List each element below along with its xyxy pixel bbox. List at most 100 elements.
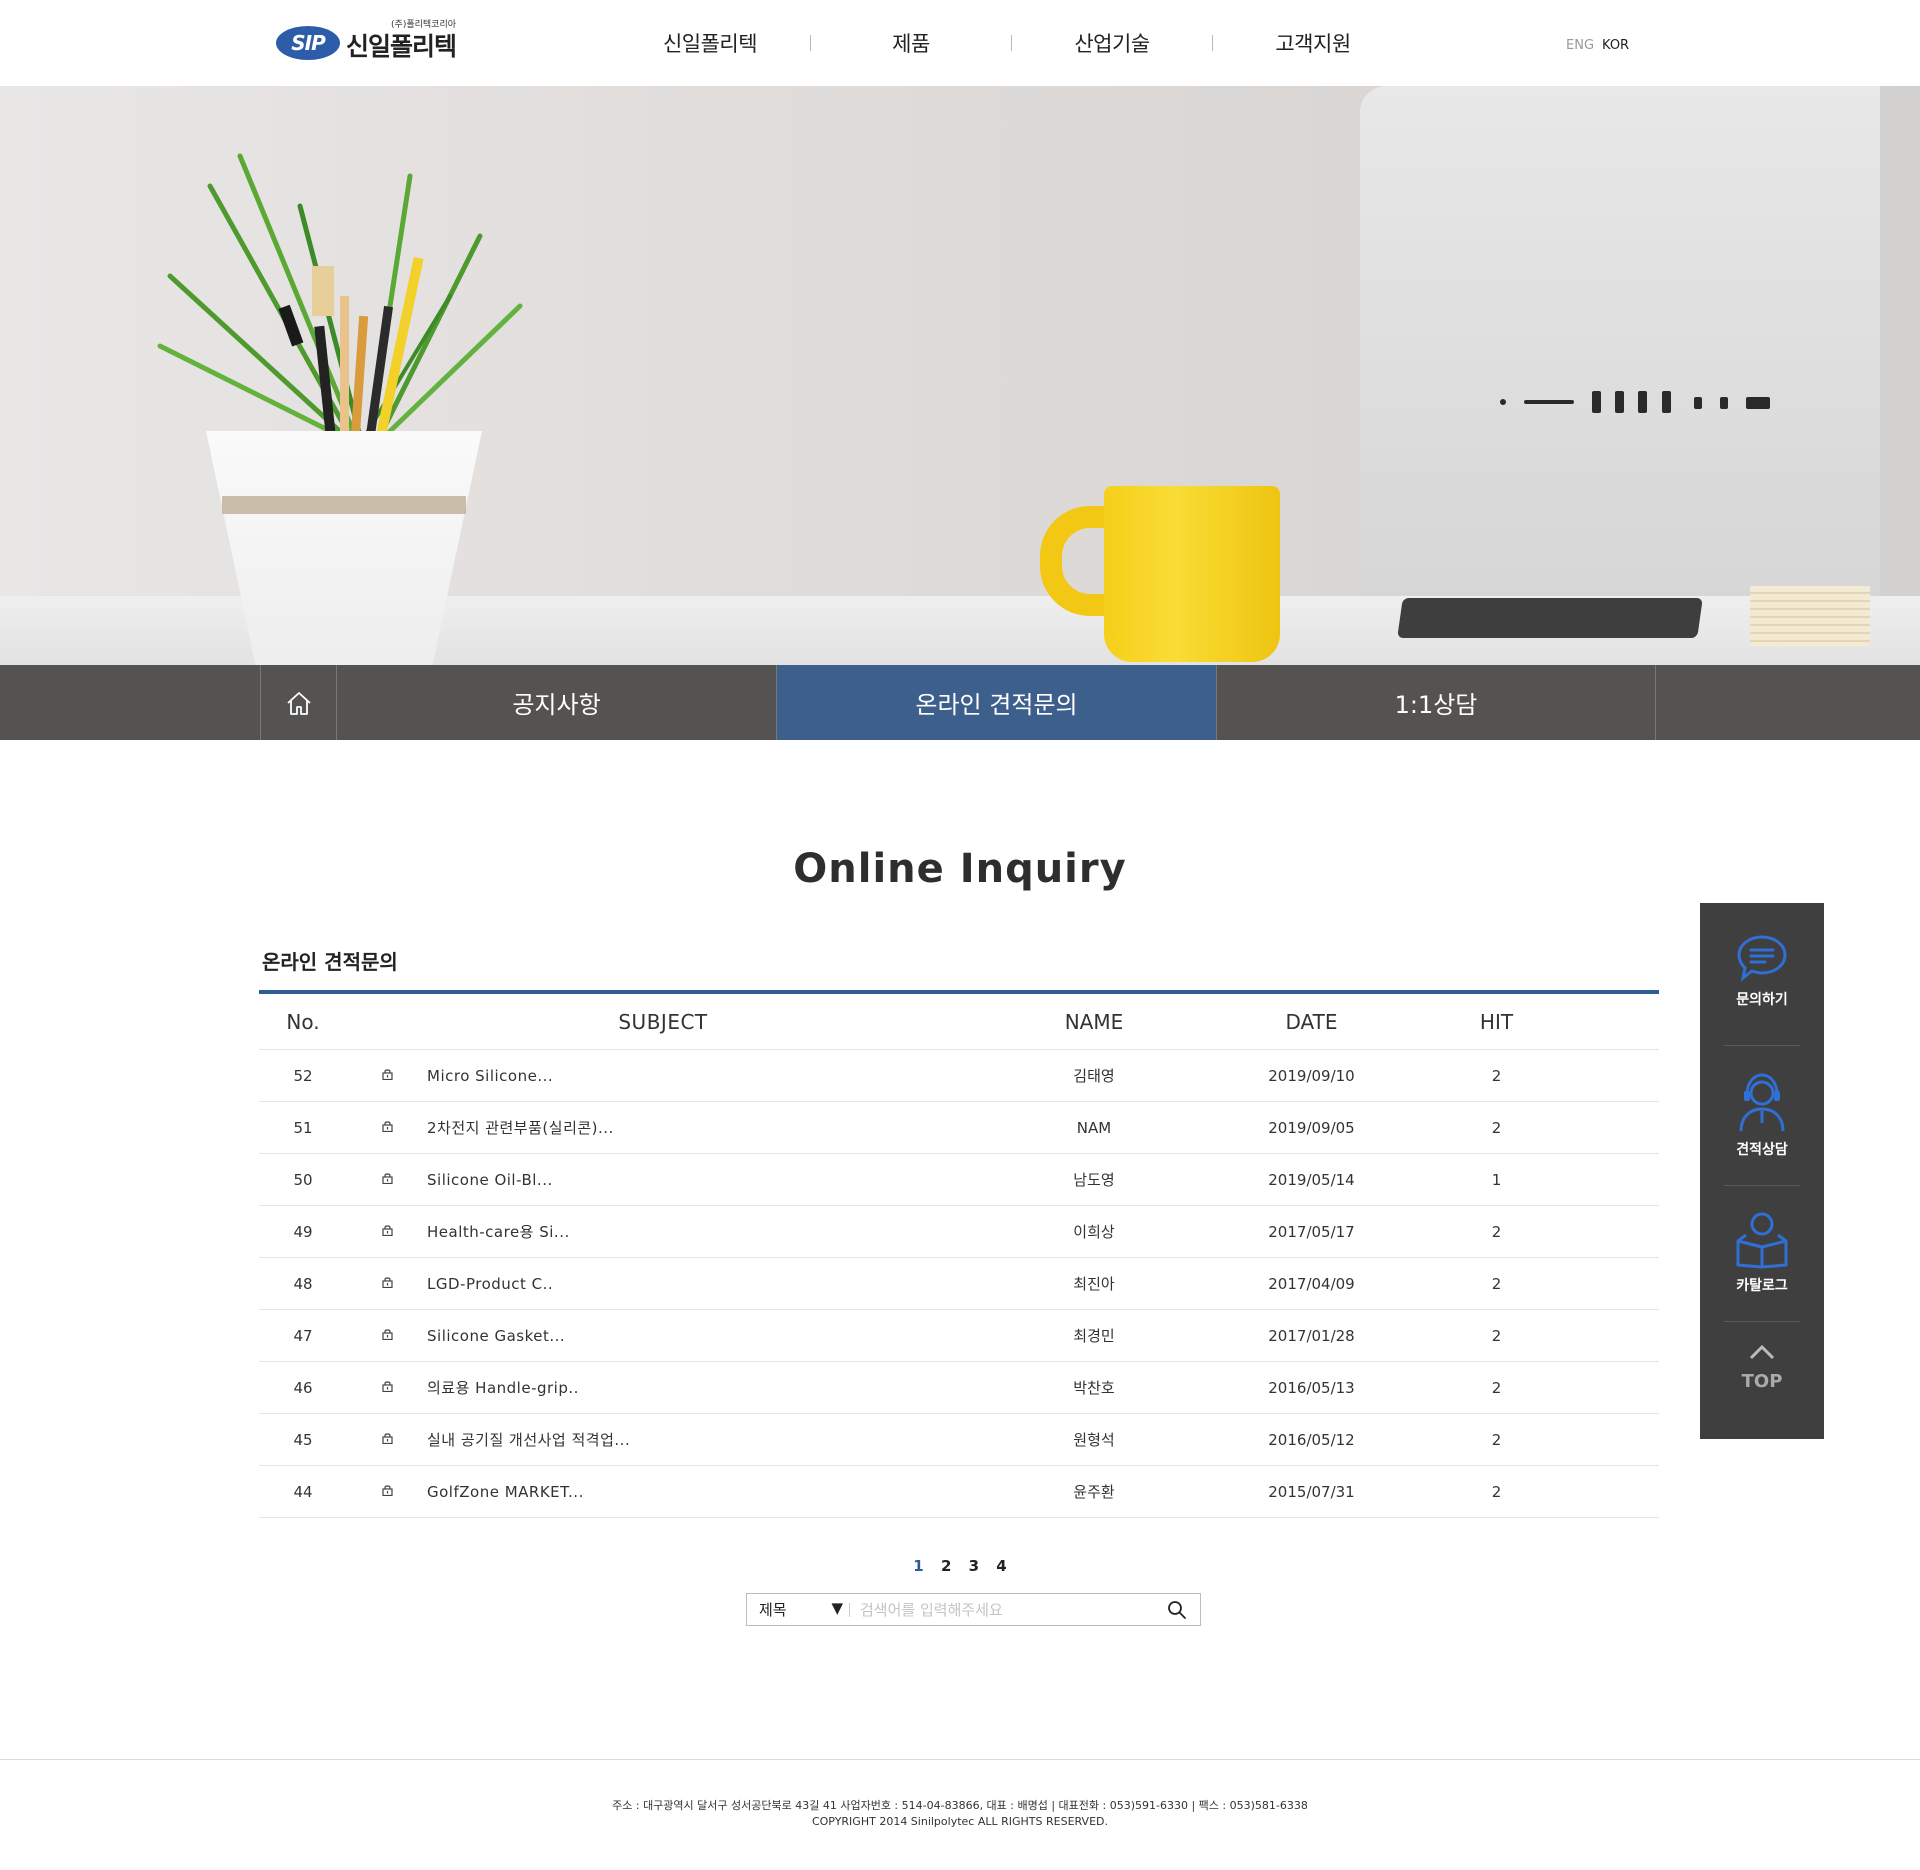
scroll-top-label: TOP — [1741, 1371, 1783, 1392]
lang-eng-link[interactable]: ENG — [1566, 38, 1594, 53]
row-hits: 2 — [1491, 1222, 1502, 1241]
yellow-mug — [1104, 486, 1280, 662]
quick-quote-label: 견적상담 — [1736, 1142, 1788, 1158]
row-hits: 2 — [1491, 1482, 1502, 1501]
nav-item-company[interactable]: 신일폴리텍 — [610, 28, 810, 58]
table-row[interactable]: 51 2차전지 관련부품(실리콘)... NAM 2019/09/05 2 — [259, 1102, 1659, 1154]
lang-kor-link[interactable]: KOR — [1602, 38, 1629, 53]
row-author: 윤주환 — [1073, 1483, 1115, 1501]
row-date: 2016/05/13 — [1268, 1378, 1355, 1397]
monitor-ports — [1500, 391, 1770, 413]
nav-item-technology[interactable]: 산업기술 — [1012, 28, 1212, 58]
column-header-no: No. — [286, 1009, 320, 1034]
chevron-up-icon — [1749, 1344, 1775, 1360]
search-field-value: 제목 — [759, 1601, 787, 1619]
hero-banner — [0, 86, 1920, 666]
row-number: 48 — [293, 1274, 313, 1293]
table-row[interactable]: 45 실내 공기질 개선사업 적격업... 원형석 2016/05/12 2 — [259, 1414, 1659, 1466]
logo-name: 신일폴리텍 (주)폴리텍코리아 — [346, 20, 457, 63]
row-number: 51 — [293, 1118, 313, 1137]
table-row[interactable]: 46 의료용 Handle-grip.. 박찬호 2016/05/13 2 — [259, 1362, 1659, 1414]
column-header-hit: HIT — [1479, 1009, 1514, 1034]
monitor-illustration — [1360, 86, 1880, 606]
row-date: 2017/01/28 — [1268, 1326, 1355, 1345]
row-subject-link[interactable]: 실내 공기질 개선사업 적격업... — [427, 1429, 979, 1450]
chat-bubble-icon — [1737, 935, 1787, 982]
row-hits: 2 — [1491, 1430, 1502, 1449]
quick-catalog-button[interactable]: 카탈로그 — [1724, 1211, 1800, 1295]
quick-menu: 문의하기 견적상담 카탈로그 TOP — [1700, 903, 1824, 1439]
pagination: 1 2 3 4 — [0, 1557, 1920, 1575]
row-author: 남도영 — [1073, 1171, 1115, 1189]
row-number: 52 — [293, 1066, 313, 1085]
logo-sub: (주)폴리텍코리아 — [391, 20, 457, 30]
scroll-top-button[interactable]: TOP — [1724, 1343, 1800, 1392]
row-subject-link[interactable]: 의료용 Handle-grip.. — [427, 1377, 979, 1398]
row-subject-link[interactable]: Micro Silicone... — [427, 1067, 979, 1085]
table-row[interactable]: 44 GolfZone MARKET... 윤주환 2015/07/31 2 — [259, 1466, 1659, 1518]
quick-catalog-label: 카탈로그 — [1736, 1278, 1788, 1294]
table-row[interactable]: 48 LGD-Product C.. 최진아 2017/04/09 2 — [259, 1258, 1659, 1310]
tab-online-inquiry[interactable]: 온라인 견적문의 — [776, 665, 1216, 740]
row-subject-link[interactable]: LGD-Product C.. — [427, 1275, 979, 1293]
plant-illustration — [157, 153, 523, 439]
language-switcher: ENG KOR — [1566, 38, 1629, 53]
books-illustration — [1750, 586, 1870, 646]
row-subject-link[interactable]: Health-care용 Si... — [427, 1221, 979, 1242]
page-link-4[interactable]: 4 — [996, 1557, 1006, 1575]
lock-icon — [347, 1484, 427, 1500]
page-title: Online Inquiry — [793, 846, 1127, 892]
table-header: No. SUBJECT NAME DATE HIT — [259, 994, 1659, 1050]
row-number: 49 — [293, 1222, 313, 1241]
column-header-subject: SUBJECT — [618, 1009, 708, 1034]
tab-consultation[interactable]: 1:1상담 — [1216, 665, 1656, 740]
row-subject-link[interactable]: 2차전지 관련부품(실리콘)... — [427, 1117, 979, 1138]
tab-notice[interactable]: 공지사항 — [336, 665, 776, 740]
table-row[interactable]: 50 Silicone Oil-Bl... 남도영 2019/05/14 1 — [259, 1154, 1659, 1206]
row-author: 이희상 — [1073, 1223, 1115, 1241]
row-date: 2019/09/05 — [1268, 1118, 1355, 1137]
lock-icon — [347, 1068, 427, 1084]
row-date: 2017/04/09 — [1268, 1274, 1355, 1293]
table-row[interactable]: 52 Micro Silicone... 김태영 2019/09/10 2 — [259, 1050, 1659, 1102]
sub-navigation: 공지사항 온라인 견적문의 1:1상담 — [0, 665, 1920, 740]
search-bar: 제목 ▼ — [746, 1593, 1201, 1626]
page-link-1[interactable]: 1 — [913, 1557, 923, 1575]
nav-item-products[interactable]: 제품 — [811, 28, 1011, 58]
lock-icon — [347, 1328, 427, 1344]
quick-quote-button[interactable]: 견적상담 — [1724, 1071, 1800, 1159]
row-subject-link[interactable]: GolfZone MARKET... — [427, 1483, 979, 1501]
row-subject-link[interactable]: Silicone Oil-Bl... — [427, 1171, 979, 1189]
headset-agent-icon — [1739, 1073, 1785, 1132]
site-header: SIP 신일폴리텍 (주)폴리텍코리아 신일폴리텍 제품 산업기술 고객지원 E… — [0, 0, 1920, 86]
inquiry-table: No. SUBJECT NAME DATE HIT 52 Micro Silico… — [259, 990, 1659, 1518]
main-nav: 신일폴리텍 제품 산업기술 고객지원 — [610, 28, 1413, 58]
quick-divider — [1724, 1185, 1800, 1186]
table-row[interactable]: 49 Health-care용 Si... 이희상 2017/05/17 2 — [259, 1206, 1659, 1258]
row-author: 최경민 — [1073, 1327, 1115, 1345]
search-button[interactable] — [1154, 1594, 1200, 1625]
quick-divider — [1724, 1045, 1800, 1046]
row-subject-link[interactable]: Silicone Gasket... — [427, 1327, 979, 1345]
lock-icon — [347, 1432, 427, 1448]
lock-icon — [347, 1172, 427, 1188]
row-hits: 1 — [1491, 1170, 1502, 1189]
footer-address: 주소 : 대구광역시 달서구 성서공단북로 43길 41 사업자번호 : 514… — [612, 1799, 1308, 1812]
footer-divider — [0, 1759, 1920, 1760]
row-number: 44 — [293, 1482, 313, 1501]
quick-inquiry-button[interactable]: 문의하기 — [1724, 933, 1800, 1009]
row-author: 박찬호 — [1073, 1379, 1115, 1397]
search-input[interactable] — [850, 1600, 1154, 1619]
search-icon — [1168, 1600, 1186, 1619]
page-link-3[interactable]: 3 — [969, 1557, 979, 1575]
row-hits: 2 — [1491, 1274, 1502, 1293]
row-number: 47 — [293, 1326, 313, 1345]
row-number: 45 — [293, 1430, 313, 1449]
home-button[interactable] — [260, 665, 336, 740]
logo[interactable]: SIP 신일폴리텍 (주)폴리텍코리아 — [276, 20, 457, 66]
nav-item-support[interactable]: 고객지원 — [1213, 28, 1413, 58]
row-number: 46 — [293, 1378, 313, 1397]
page-link-2[interactable]: 2 — [941, 1557, 951, 1575]
search-field-select[interactable]: 제목 ▼ — [747, 1599, 849, 1620]
table-row[interactable]: 47 Silicone Gasket... 최경민 2017/01/28 2 — [259, 1310, 1659, 1362]
